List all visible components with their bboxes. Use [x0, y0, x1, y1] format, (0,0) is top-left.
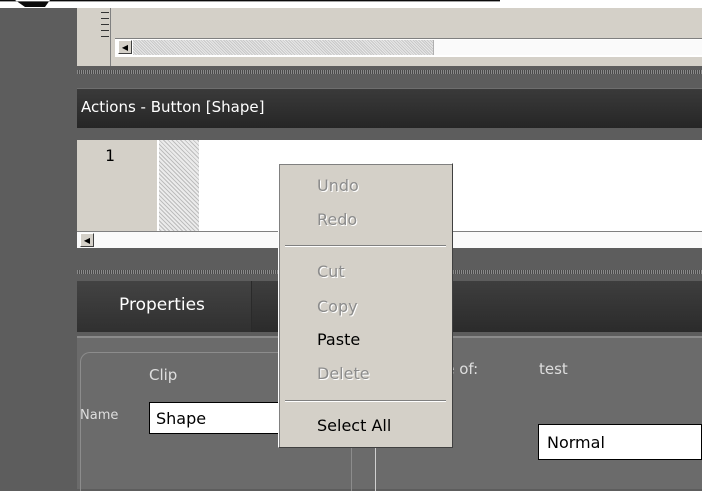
- tab-properties[interactable]: Properties: [77, 281, 252, 332]
- properties-tab-label: Properties: [119, 295, 205, 315]
- symbol-type-label: Clip: [149, 366, 178, 384]
- menu-item-select-all[interactable]: Select All: [317, 416, 391, 435]
- timeline-ruler: [77, 8, 111, 66]
- timeline-panel: ◀: [77, 8, 702, 66]
- menu-separator: [285, 245, 446, 247]
- context-menu: Undo Redo Cut Copy Paste Delete Select A…: [278, 163, 453, 448]
- menu-item-delete[interactable]: Delete: [317, 364, 370, 383]
- instance-name-label: Name: [80, 408, 119, 423]
- scroll-left-arrow-icon[interactable]: ◀: [118, 40, 132, 54]
- section-divider: [375, 448, 376, 491]
- menu-item-paste[interactable]: Paste: [317, 330, 360, 349]
- menu-item-cut[interactable]: Cut: [317, 262, 345, 281]
- blend-mode-value: Normal: [547, 433, 605, 452]
- menu-item-redo[interactable]: Redo: [317, 210, 357, 229]
- timeline-horizontal-scrollbar[interactable]: ◀: [115, 38, 702, 57]
- scrollbar-thumb[interactable]: [133, 40, 433, 55]
- blend-mode-select[interactable]: Normal: [538, 424, 702, 460]
- menu-item-undo[interactable]: Undo: [317, 176, 359, 195]
- scroll-left-arrow-icon[interactable]: ◀: [80, 233, 94, 247]
- menu-item-copy[interactable]: Copy: [317, 297, 358, 316]
- line-number: 1: [105, 146, 115, 165]
- menu-separator: [285, 400, 446, 402]
- scrollbar-track[interactable]: [433, 40, 702, 55]
- actions-panel-title: Actions - Button [Shape]: [81, 98, 265, 116]
- actions-panel-header[interactable]: Actions - Button [Shape]: [77, 88, 702, 128]
- line-number-gutter: 1: [77, 140, 157, 238]
- instance-of-value: test: [539, 360, 568, 378]
- panel-resize-grip[interactable]: [77, 70, 702, 74]
- gutter-margin: [159, 140, 199, 238]
